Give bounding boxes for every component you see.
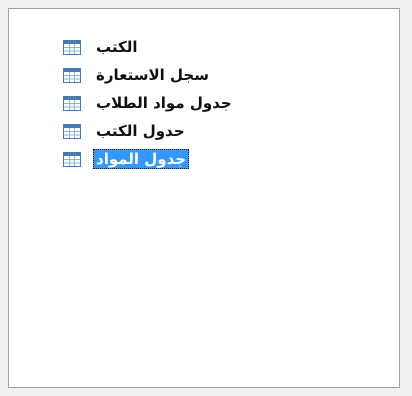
tree-item-books-table[interactable]: حدول الكتب xyxy=(63,117,235,145)
table-list-pane[interactable]: الكتب سجل الاستعارة جدول مواد الطلاب حدو… xyxy=(8,8,400,388)
table-icon xyxy=(63,95,81,111)
table-tree: الكتب سجل الاستعارة جدول مواد الطلاب حدو… xyxy=(63,33,235,173)
tree-item-label: سجل الاستعارة xyxy=(96,66,209,84)
tree-item-label: الكتب xyxy=(96,38,138,56)
tree-item-subjects-table[interactable]: جدول المواد xyxy=(63,145,235,173)
tree-item-borrowing-log[interactable]: سجل الاستعارة xyxy=(63,61,235,89)
tree-item-books[interactable]: الكتب xyxy=(63,33,235,61)
table-icon xyxy=(63,67,81,83)
table-icon xyxy=(63,151,81,167)
tree-item-label: حدول الكتب xyxy=(96,122,185,140)
table-icon xyxy=(63,123,81,139)
table-icon xyxy=(63,39,81,55)
tree-item-label: جدول مواد الطلاب xyxy=(96,94,232,112)
tree-item-student-subjects-table[interactable]: جدول مواد الطلاب xyxy=(63,89,235,117)
tree-item-label: جدول المواد xyxy=(93,149,190,169)
